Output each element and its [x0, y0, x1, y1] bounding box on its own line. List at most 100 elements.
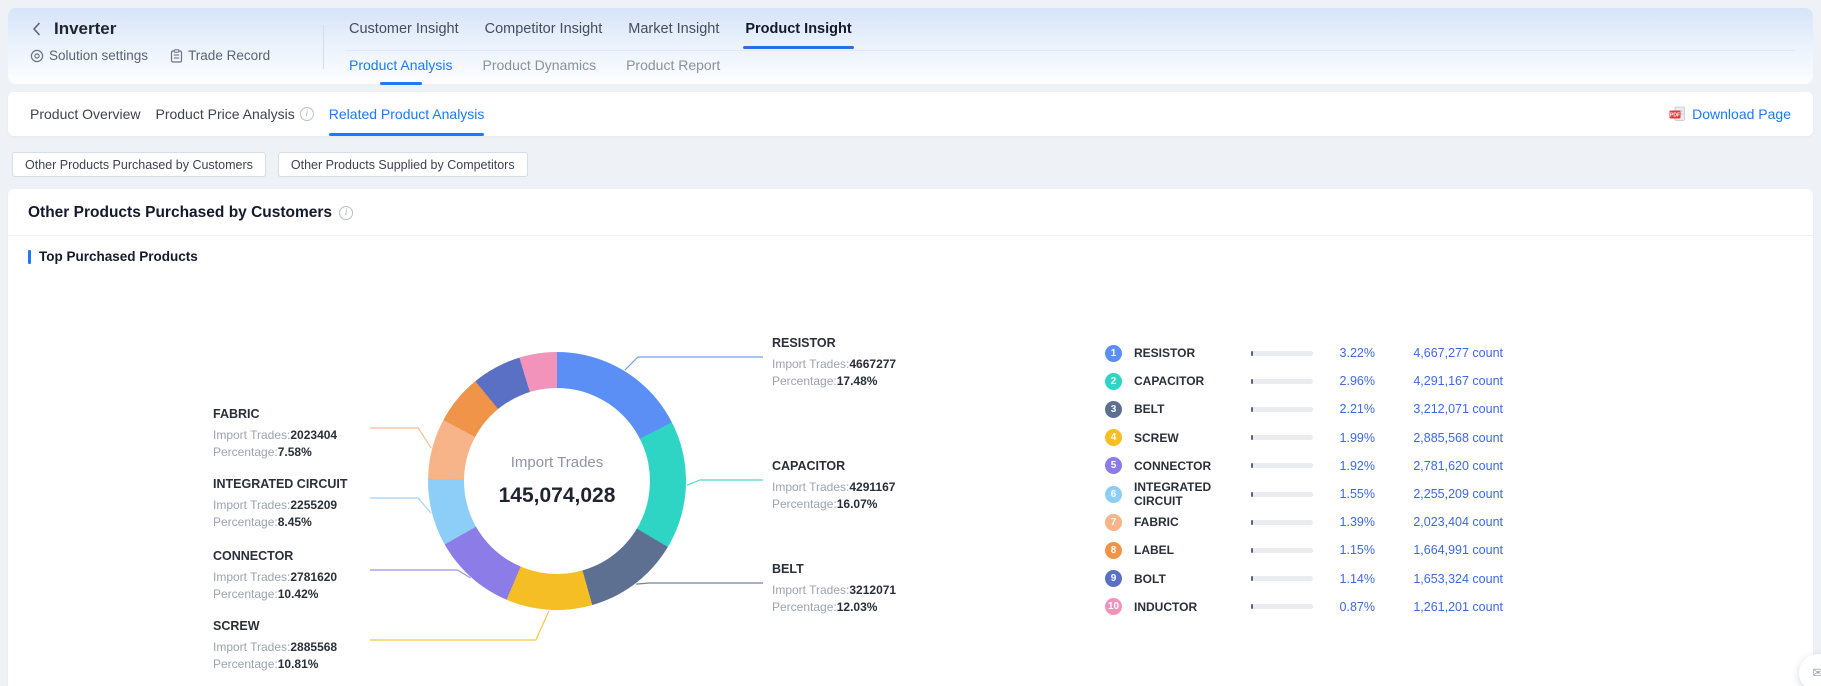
- related-products-card: Other Products Purchased by Customers i …: [8, 189, 1813, 686]
- subtab-product-dynamics[interactable]: Product Dynamics: [483, 57, 597, 85]
- donut-center-value: 145,074,028: [499, 484, 616, 508]
- legend-row-bolt: 9BOLT1.14%1,653,324 count: [1105, 565, 1503, 593]
- legend-count-link[interactable]: 3,212,071 count: [1391, 402, 1503, 416]
- legend-progress-bar: [1251, 520, 1313, 525]
- tab-market-insight-label: Market Insight: [628, 21, 719, 37]
- tab-product-insight[interactable]: Product Insight: [745, 21, 851, 49]
- legend-count-link[interactable]: 2,023,404 count: [1391, 515, 1503, 529]
- legend-product-name: BOLT: [1134, 572, 1251, 586]
- legend-progress-bar: [1251, 463, 1313, 468]
- legend-progress-fill: [1251, 604, 1253, 609]
- tab-market-insight[interactable]: Market Insight: [628, 21, 719, 49]
- legend-count-link[interactable]: 2,885,568 count: [1391, 431, 1503, 445]
- legend-progress-fill: [1251, 435, 1253, 440]
- legend-count-link[interactable]: 1,664,991 count: [1391, 543, 1503, 557]
- callout-product-name: CAPACITOR: [772, 458, 895, 476]
- legend-progress-bar: [1251, 407, 1313, 412]
- legend-count-link[interactable]: 1,261,201 count: [1391, 600, 1503, 614]
- legend-progress-bar: [1251, 435, 1313, 440]
- legend-count-link[interactable]: 4,291,167 count: [1391, 374, 1503, 388]
- callout-import-trades: Import Trades:3212071: [772, 582, 896, 600]
- legend-rank-badge: 7: [1105, 514, 1122, 531]
- download-page-label: Download Page: [1692, 106, 1791, 122]
- legend-progress-fill: [1251, 576, 1253, 581]
- legend-product-name: INTEGRATED CIRCUIT: [1134, 480, 1251, 508]
- tab-competitor-insight-label: Competitor Insight: [485, 21, 603, 37]
- legend-count-link[interactable]: 4,667,277 count: [1391, 346, 1503, 360]
- leader-line-connector: [370, 570, 470, 578]
- legend-progress-fill: [1251, 379, 1253, 384]
- callout-product-name: BELT: [772, 561, 896, 579]
- callout-product-name: SCREW: [213, 618, 337, 636]
- legend-trade-percent: 1.39%: [1327, 515, 1375, 529]
- legend-product-name: INDUCTOR: [1134, 600, 1251, 614]
- legend-product-name: CONNECTOR: [1134, 459, 1251, 473]
- subtab-product-report[interactable]: Product Report: [626, 57, 720, 85]
- pdf-icon: PDF: [1669, 106, 1686, 122]
- legend-rank-badge: 1: [1105, 345, 1122, 362]
- svg-text:PDF: PDF: [1670, 113, 1680, 119]
- info-icon[interactable]: i: [300, 107, 314, 121]
- legend-row-integrated-circuit: 6 INTEGRATED CIRCUIT 1.55% 2,255,209 count: [1105, 480, 1503, 508]
- legend-row-screw: 4SCREW1.99%2,885,568 count: [1105, 424, 1503, 452]
- legend-progress-bar: [1251, 492, 1313, 497]
- nav-tab-related-product-analysis[interactable]: Related Product Analysis: [329, 92, 485, 136]
- back-chevron-icon[interactable]: [30, 21, 44, 37]
- solution-settings-link[interactable]: Solution settings: [30, 48, 148, 63]
- leader-line-capacitor: [687, 480, 763, 485]
- legend-rank-badge: 9: [1105, 570, 1122, 587]
- legend-trade-percent: 2.96%: [1327, 374, 1375, 388]
- nav-tab-product-price-analysis[interactable]: Product Price Analysisi: [155, 92, 313, 136]
- tab-customer-insight[interactable]: Customer Insight: [349, 21, 459, 49]
- legend-row-label: 8LABEL1.15%1,664,991 count: [1105, 536, 1503, 564]
- callout-integrated-circuit: INTEGRATED CIRCUITImport Trades:2255209P…: [213, 476, 348, 532]
- gear-icon: [30, 49, 44, 63]
- legend-rank-badge: 5: [1105, 457, 1122, 474]
- legend-progress-fill: [1251, 351, 1253, 356]
- legend-rank-badge: 3: [1105, 401, 1122, 418]
- trade-record-link[interactable]: Trade Record: [170, 48, 270, 63]
- legend-count-link[interactable]: 1,653,324 count: [1391, 572, 1503, 586]
- tab-competitor-insight[interactable]: Competitor Insight: [485, 21, 603, 49]
- legend-row-belt: 3BELT2.21%3,212,071 count: [1105, 395, 1503, 423]
- legend-product-name: CAPACITOR: [1134, 374, 1251, 388]
- legend-row-resistor: 1RESISTOR3.22%4,667,277 count: [1105, 339, 1503, 367]
- filter-purchased-by-customers-button[interactable]: Other Products Purchased by Customers: [12, 152, 266, 177]
- callout-import-trades: Import Trades:4291167: [772, 479, 895, 497]
- callout-belt: BELT Import Trades:3212071Percentage:12.0…: [772, 561, 896, 617]
- legend-trade-percent: 1.99%: [1327, 431, 1375, 445]
- callout-percentage: Percentage:12.03%: [772, 599, 896, 617]
- legend-count-link[interactable]: 2,781,620 count: [1391, 459, 1503, 473]
- solution-settings-label: Solution settings: [49, 48, 148, 63]
- legend-rank-badge: 2: [1105, 373, 1122, 390]
- legend-trade-percent: 1.55%: [1327, 487, 1375, 501]
- download-page-button[interactable]: PDF Download Page: [1669, 106, 1791, 122]
- header-divider: [323, 25, 324, 69]
- product-insight-subtabs: Product Analysis Product Dynamics Product …: [349, 57, 720, 85]
- legend-row-capacitor: 2 CAPACITOR 2.96% 4,291,167 count: [1105, 367, 1503, 395]
- callout-product-name: RESISTOR: [772, 335, 896, 353]
- callout-import-trades: Import Trades:2885568: [213, 639, 337, 657]
- legend-rank-badge: 4: [1105, 429, 1122, 446]
- subtab-product-analysis[interactable]: Product Analysis: [349, 57, 453, 85]
- clipboard-icon: [170, 49, 183, 63]
- callout-percentage: Percentage:17.48%: [772, 373, 896, 391]
- leader-line-resistor: [625, 357, 763, 370]
- tabs-baseline: [345, 50, 1795, 51]
- page-title: Inverter: [54, 19, 116, 39]
- callout-import-trades: Import Trades:2255209: [213, 497, 348, 515]
- callout-product-name: FABRIC: [213, 406, 337, 424]
- filter-supplied-by-competitors-button[interactable]: Other Products Supplied by Competitors: [278, 152, 528, 177]
- callout-percentage: Percentage:10.81%: [213, 656, 337, 674]
- legend-rank-badge: 6: [1105, 486, 1122, 503]
- legend-count-link[interactable]: 2,255,209 count: [1391, 487, 1503, 501]
- legend-product-name: LABEL: [1134, 543, 1251, 557]
- nav-tab-product-overview[interactable]: Product Overview: [30, 92, 140, 136]
- callout-import-trades: Import Trades:4667277: [772, 356, 896, 374]
- tab-customer-insight-label: Customer Insight: [349, 21, 459, 37]
- callout-product-name: CONNECTOR: [213, 548, 337, 566]
- legend-row-fabric: 7FABRIC1.39%2,023,404 count: [1105, 508, 1503, 536]
- legend-progress-bar: [1251, 379, 1313, 384]
- header-band: Inverter Solution settings Trade Record …: [8, 8, 1813, 84]
- leader-line-screw: [370, 611, 549, 640]
